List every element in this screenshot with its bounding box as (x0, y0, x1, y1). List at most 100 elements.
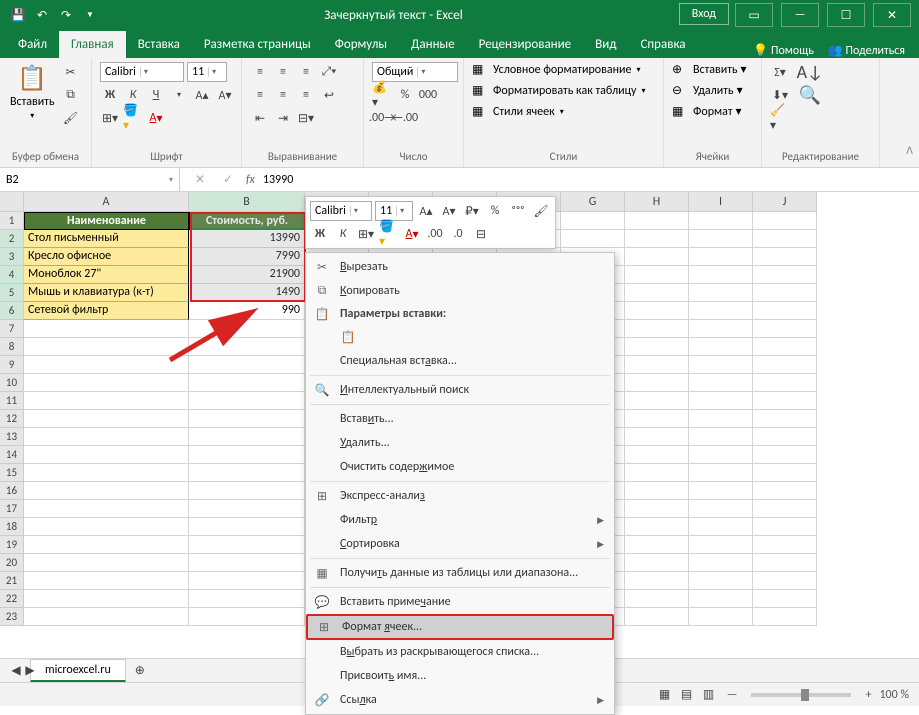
cell-A1[interactable]: Наименование (24, 212, 189, 230)
cell-J20[interactable] (753, 554, 817, 572)
font-name-combo[interactable]: Calibri▾ (100, 62, 184, 82)
cell-A18[interactable] (24, 518, 189, 536)
cell-H7[interactable] (625, 320, 689, 338)
cell-H9[interactable] (625, 356, 689, 374)
cell-A20[interactable] (24, 554, 189, 572)
ctx-insert[interactable]: Вставить... (306, 407, 614, 431)
align-right-icon[interactable]: ≡ (296, 85, 316, 105)
fill-color-icon[interactable]: 🪣▾ (123, 108, 143, 128)
mt-italic-icon[interactable]: К (333, 224, 353, 244)
col-header-I[interactable]: I (689, 192, 753, 212)
cell-A14[interactable] (24, 446, 189, 464)
cell-H2[interactable] (625, 230, 689, 248)
minimize-icon[interactable]: — (781, 3, 819, 27)
redo-icon[interactable]: ↷ (58, 7, 74, 23)
cell-H13[interactable] (625, 428, 689, 446)
cell-B5[interactable]: 1490 (189, 284, 305, 302)
mt-merge-icon[interactable]: ⊟ (471, 224, 491, 244)
cell-A13[interactable] (24, 428, 189, 446)
cell-J15[interactable] (753, 464, 817, 482)
grow-font-icon[interactable]: A▴ (192, 85, 212, 105)
view-pagebreak-icon[interactable]: ▥ (699, 685, 719, 705)
sort-filter-icon[interactable]: A↓ (800, 62, 820, 82)
tab-file[interactable]: Файл (6, 31, 59, 58)
align-mid-icon[interactable]: ≡ (273, 62, 293, 82)
bold-icon[interactable]: Ж (100, 85, 120, 105)
ctx-insert-comment[interactable]: 💬Вставить примечание (306, 590, 614, 614)
mt-fill-icon[interactable]: 🪣▾ (379, 224, 399, 244)
col-header-H[interactable]: H (625, 192, 689, 212)
cell-A23[interactable] (24, 608, 189, 626)
cell-I14[interactable] (689, 446, 753, 464)
clear-icon[interactable]: 🧹▾ (770, 108, 790, 128)
align-bot-icon[interactable]: ≡ (296, 62, 316, 82)
ctx-clear[interactable]: Очистить содержимое (306, 455, 614, 479)
cancel-icon[interactable]: ✕ (190, 170, 210, 190)
row-header-14[interactable]: 14 (0, 446, 24, 464)
cell-B4[interactable]: 21900 (189, 266, 305, 284)
ctx-get-data[interactable]: ▦Получить данные из таблицы или диапазон… (306, 561, 614, 585)
cell-A9[interactable] (24, 356, 189, 374)
cell-H18[interactable] (625, 518, 689, 536)
percent-icon[interactable]: % (395, 85, 415, 105)
cell-J17[interactable] (753, 500, 817, 518)
cell-A4[interactable]: Моноблок 27" (24, 266, 189, 284)
comma-icon[interactable]: 000 (418, 85, 438, 105)
ctx-delete[interactable]: Удалить... (306, 431, 614, 455)
select-all-corner[interactable] (0, 192, 24, 212)
cell-J16[interactable] (753, 482, 817, 500)
cell-J2[interactable] (753, 230, 817, 248)
cell-I19[interactable] (689, 536, 753, 554)
ctx-format-cells[interactable]: ⊞Формат ячеек... (306, 614, 614, 640)
row-header-16[interactable]: 16 (0, 482, 24, 500)
mt-comma-icon[interactable]: ᵒᵒᵒ (508, 201, 528, 221)
delete-cells-button[interactable]: ⊖Удалить ▾ (672, 83, 743, 98)
row-header-3[interactable]: 3 (0, 248, 24, 266)
underline-dd-icon[interactable]: ▾ (169, 85, 189, 105)
cell-A19[interactable] (24, 536, 189, 554)
cell-G2[interactable] (561, 230, 625, 248)
row-header-7[interactable]: 7 (0, 320, 24, 338)
zoom-out-icon[interactable]: — (727, 688, 738, 702)
row-header-12[interactable]: 12 (0, 410, 24, 428)
cell-B20[interactable] (189, 554, 305, 572)
cell-I4[interactable] (689, 266, 753, 284)
ctx-cut[interactable]: ✂ВВырезатьырезать (306, 255, 614, 279)
mt-currency-icon[interactable]: ₽▾ (462, 201, 482, 221)
cell-B23[interactable] (189, 608, 305, 626)
zoom-in-icon[interactable]: + (865, 688, 871, 702)
signin-button[interactable]: Вход (679, 3, 729, 25)
cell-I8[interactable] (689, 338, 753, 356)
row-header-4[interactable]: 4 (0, 266, 24, 284)
cell-J3[interactable] (753, 248, 817, 266)
cell-H17[interactable] (625, 500, 689, 518)
cell-H15[interactable] (625, 464, 689, 482)
orientation-icon[interactable]: ⤢▾ (319, 62, 339, 82)
ctx-paste-values[interactable]: 📋 (306, 325, 614, 349)
cell-B18[interactable] (189, 518, 305, 536)
collapse-ribbon-icon[interactable]: ᐱ (906, 144, 913, 157)
cell-J13[interactable] (753, 428, 817, 446)
cell-styles-button[interactable]: ▦Стили ячеек▾ (472, 104, 564, 119)
mt-border-icon[interactable]: ⊞▾ (356, 224, 376, 244)
tab-help[interactable]: Справка (628, 31, 697, 58)
align-center-icon[interactable]: ≡ (273, 85, 293, 105)
row-header-17[interactable]: 17 (0, 500, 24, 518)
cell-J9[interactable] (753, 356, 817, 374)
cell-J23[interactable] (753, 608, 817, 626)
mt-font-combo[interactable]: Calibri▾ (310, 201, 372, 221)
cell-I23[interactable] (689, 608, 753, 626)
cell-I17[interactable] (689, 500, 753, 518)
cell-J14[interactable] (753, 446, 817, 464)
dec-decimal-icon[interactable]: ←.00 (395, 108, 415, 128)
mt-painter-icon[interactable]: 🖌 (531, 201, 551, 221)
row-header-19[interactable]: 19 (0, 536, 24, 554)
cell-B9[interactable] (189, 356, 305, 374)
maximize-icon[interactable]: ☐ (827, 3, 865, 27)
font-size-combo[interactable]: 11▾ (187, 62, 227, 82)
format-cells-button[interactable]: ▦Формат ▾ (672, 104, 742, 119)
format-table-button[interactable]: ▦Форматировать как таблицу▾ (472, 83, 646, 98)
cell-I21[interactable] (689, 572, 753, 590)
cell-H16[interactable] (625, 482, 689, 500)
cell-I16[interactable] (689, 482, 753, 500)
